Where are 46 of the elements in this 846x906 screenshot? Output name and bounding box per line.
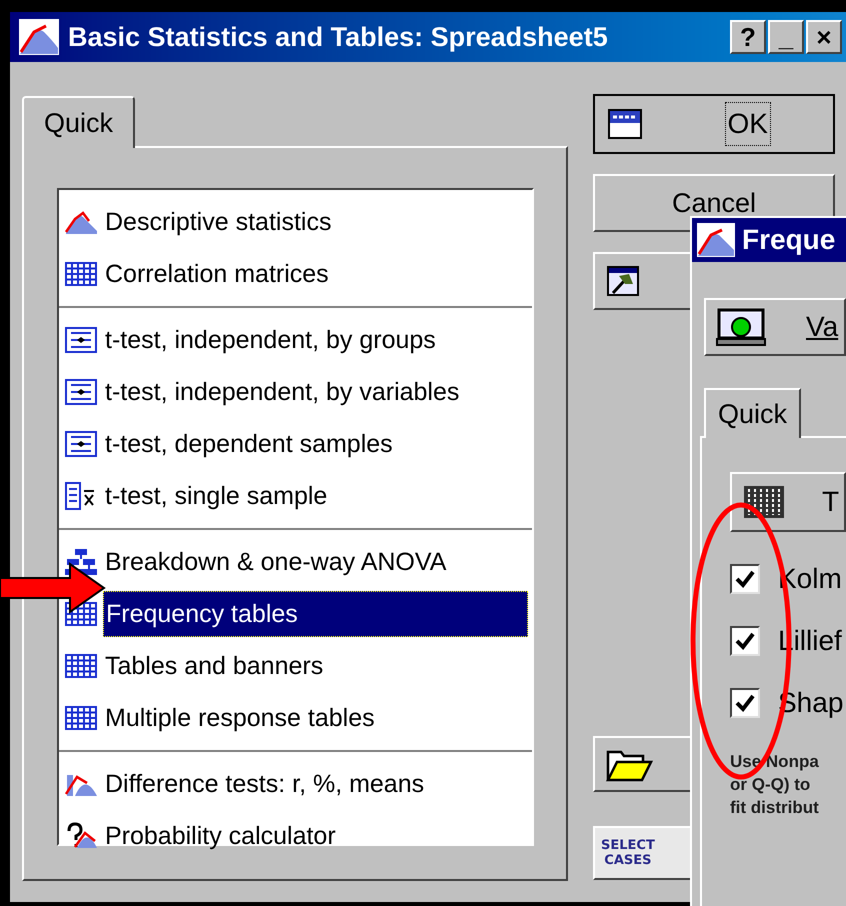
select-cases-icon: SELECT CASES <box>601 838 655 868</box>
grid-icon <box>742 483 786 521</box>
checkbox[interactable] <box>730 688 760 718</box>
note-text: or Q-Q) to <box>730 774 812 796</box>
chart-icon <box>18 18 60 56</box>
list-item[interactable]: Difference tests: r, %, means <box>103 762 528 806</box>
grid-icon <box>63 259 99 289</box>
ok-button[interactable]: OK <box>593 94 835 154</box>
minimize-button[interactable]: _ <box>768 20 804 54</box>
check-icon <box>734 692 756 714</box>
table-arrows-icon <box>63 429 99 459</box>
table-button[interactable]: T <box>730 472 846 532</box>
hammer-icon <box>607 266 639 296</box>
list-item[interactable]: t-test, independent, by groups <box>103 318 528 362</box>
list-item[interactable]: Multiple response tables <box>103 696 528 740</box>
ok-label: OK <box>724 102 771 146</box>
list-item[interactable]: Probability calculator <box>103 814 528 858</box>
note-text: fit distribut <box>730 797 820 819</box>
window-title: Basic Statistics and Tables: Spreadsheet5 <box>68 20 608 54</box>
list-item[interactable]: t-test, single sample <box>103 474 528 518</box>
list-item[interactable]: Frequency tables <box>103 591 528 637</box>
variables-button[interactable]: Va <box>704 298 846 356</box>
checkbox[interactable] <box>730 564 760 594</box>
help-button[interactable]: ? <box>730 20 766 54</box>
tab[interactable]: Quick <box>22 96 136 148</box>
close-button[interactable]: × <box>806 20 842 54</box>
checkbox[interactable] <box>730 626 760 656</box>
note-text: Use Nonpa <box>730 751 820 773</box>
monitor-icon <box>716 307 766 347</box>
chart-icon <box>696 222 736 258</box>
check-icon <box>734 630 756 652</box>
variables-label: Va <box>806 310 838 344</box>
list-item[interactable]: Breakdown & one-way ANOVA <box>103 540 528 584</box>
grid-icon <box>63 703 99 733</box>
list-item[interactable]: Correlation matrices <box>103 252 528 296</box>
table-arrows-icon <box>63 325 99 355</box>
list-item[interactable]: t-test, dependent samples <box>103 422 528 466</box>
table-label: T <box>822 485 840 519</box>
list-item[interactable]: t-test, independent, by variables <box>103 370 528 414</box>
check-icon <box>734 568 756 590</box>
table-arrows-icon <box>63 377 99 407</box>
list-item[interactable]: Tables and banners <box>103 644 528 688</box>
grid-icon <box>63 651 99 681</box>
tab[interactable]: Quick <box>704 388 802 438</box>
list-item[interactable]: Descriptive statistics <box>103 200 528 244</box>
table-icon <box>607 106 643 142</box>
